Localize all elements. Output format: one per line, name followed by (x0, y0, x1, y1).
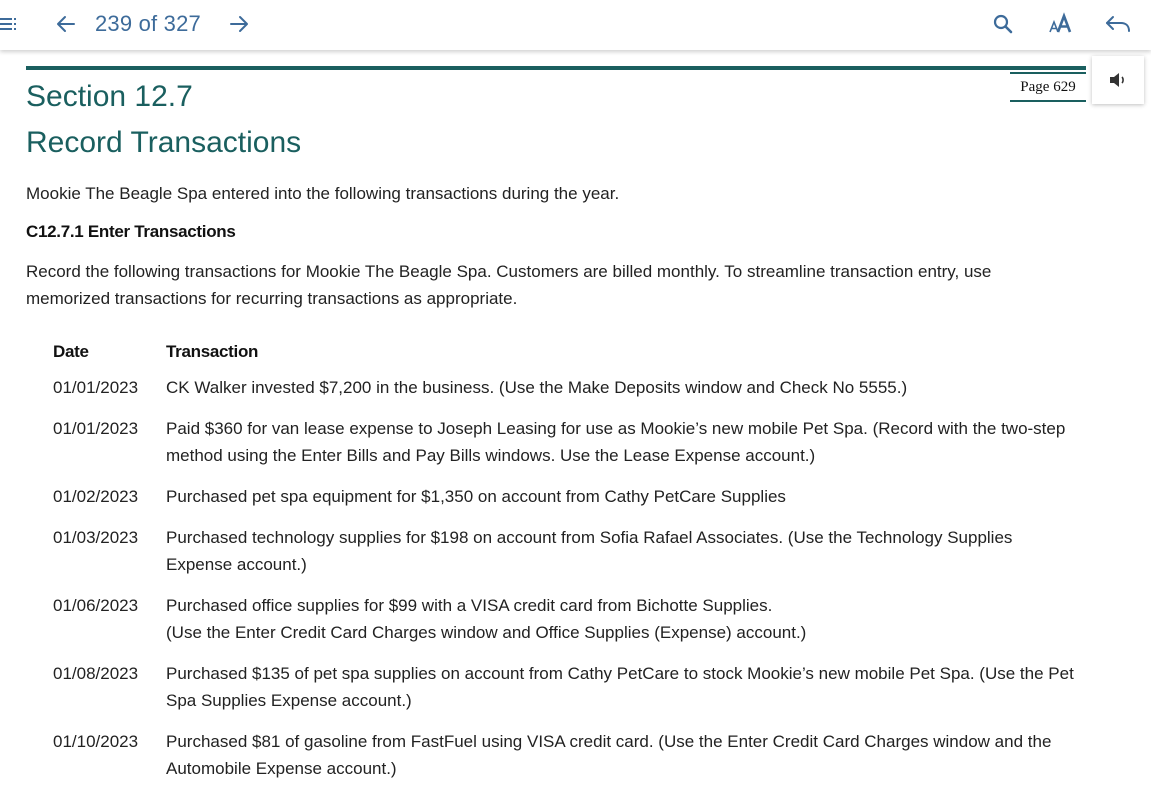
section-number: Section 12.7 (26, 80, 193, 113)
audio-button[interactable] (1092, 56, 1144, 104)
table-header: Date Transaction (53, 338, 1083, 374)
row-date: 01/08/2023 (53, 664, 139, 683)
table-row: 01/10/2023 Purchased $81 of gasoline fro… (53, 728, 1083, 782)
table-row: 01/02/2023 Purchased pet spa equipment f… (53, 483, 1083, 510)
row-date: 01/01/2023 (53, 419, 139, 438)
row-transaction: Purchased pet spa equipment for $1,350 o… (166, 487, 786, 506)
section-title: Record Transactions (26, 126, 302, 159)
arrow-right-icon[interactable] (228, 13, 250, 35)
table-row: 01/03/2023 Purchased technology supplies… (53, 524, 1083, 578)
intro-text: Mookie The Beagle Spa entered into the f… (26, 184, 620, 203)
menu-icon[interactable] (0, 16, 18, 32)
page-number-label: Page 629 (1010, 72, 1086, 102)
row-transaction: CK Walker invested $7,200 in the busines… (166, 378, 908, 397)
speaker-icon (1110, 73, 1124, 87)
top-toolbar: 239 of 327 (0, 0, 1151, 50)
transactions-table: Date Transaction 01/01/2023 CK Walker in… (53, 338, 1083, 796)
header-date: Date (53, 342, 89, 361)
return-icon[interactable] (1104, 12, 1132, 36)
subheading: C12.7.1 Enter Transactions (26, 222, 236, 241)
row-transaction: Purchased technology supplies for $198 o… (166, 528, 1013, 574)
search-icon[interactable] (992, 13, 1014, 35)
row-date: 01/02/2023 (53, 487, 139, 506)
row-date: 01/03/2023 (53, 528, 139, 547)
row-date: 01/06/2023 (53, 596, 139, 615)
header-transaction: Transaction (166, 342, 259, 361)
table-row: 01/06/2023 Purchased office supplies for… (53, 592, 1083, 646)
section-rule (26, 66, 1086, 70)
row-transaction: Paid $360 for van lease expense to Josep… (166, 419, 1066, 465)
table-row: 01/01/2023 CK Walker invested $7,200 in … (53, 374, 1083, 401)
page-counter: 239 of 327 (95, 11, 201, 36)
row-transaction: Purchased office supplies for $99 with a… (166, 596, 807, 642)
row-transaction: Purchased $81 of gasoline from FastFuel … (166, 732, 1052, 778)
row-transaction: Purchased $135 of pet spa supplies on ac… (166, 664, 1074, 710)
row-date: 01/10/2023 (53, 732, 139, 751)
instructions-text: Record the following transactions for Mo… (26, 262, 992, 308)
font-size-icon[interactable] (1048, 12, 1076, 36)
arrow-left-icon[interactable] (55, 13, 77, 35)
table-row: 01/01/2023 Paid $360 for van lease expen… (53, 415, 1083, 469)
row-date: 01/01/2023 (53, 378, 139, 397)
table-row: 01/08/2023 Purchased $135 of pet spa sup… (53, 660, 1083, 714)
